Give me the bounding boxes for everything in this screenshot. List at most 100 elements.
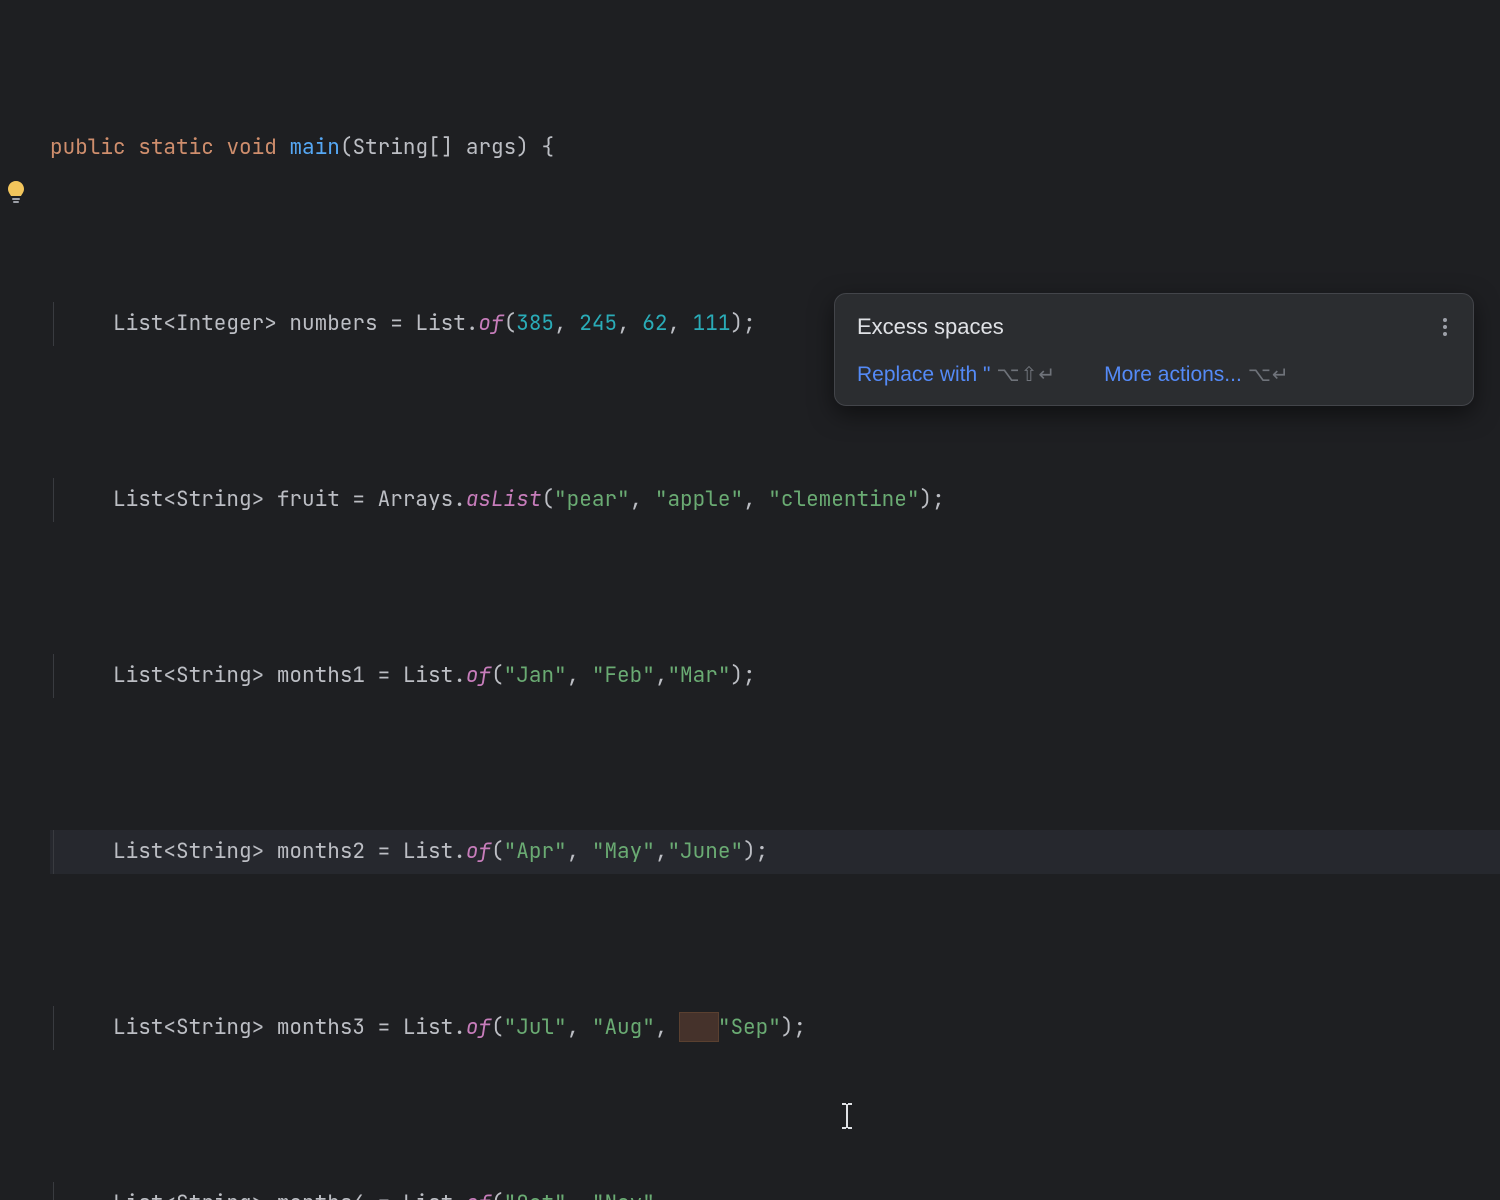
- quick-fix-link[interactable]: Replace with ": [857, 363, 991, 387]
- punct: ,: [655, 662, 668, 689]
- punct: ,: [617, 310, 642, 337]
- type: List: [113, 1014, 163, 1041]
- identifier: numbers: [277, 310, 390, 337]
- string: "Mar": [667, 662, 730, 689]
- static-call: of: [466, 838, 491, 865]
- identifier: months1: [264, 662, 377, 689]
- static-call: of: [466, 1014, 491, 1041]
- punct: );: [730, 662, 755, 689]
- shortcut-hint: ⌥↵: [1248, 362, 1290, 387]
- shortcut-hint: ⌥⇧↵: [997, 362, 1057, 387]
- punct: ,: [567, 1014, 592, 1041]
- static-call: asList: [466, 486, 542, 513]
- code-line: public static void main(String[] args) {: [50, 126, 1500, 170]
- type: List: [113, 1190, 163, 1200]
- op: =: [390, 310, 415, 337]
- punct: );: [781, 1014, 806, 1041]
- keyword: static: [138, 134, 214, 161]
- string: "June": [667, 838, 743, 865]
- generic: <String>: [163, 838, 264, 865]
- number: 62: [642, 310, 667, 337]
- op: =: [378, 1014, 403, 1041]
- punct: ,: [655, 838, 668, 865]
- punct: ,: [554, 310, 579, 337]
- code-area[interactable]: public static void main(String[] args) {…: [0, 38, 1500, 1200]
- string: "May": [592, 838, 655, 865]
- gutter: [0, 0, 40, 600]
- punct: );: [730, 310, 755, 337]
- punct: ,: [667, 310, 692, 337]
- op: =: [378, 1190, 403, 1200]
- number: 245: [579, 310, 617, 337]
- punct: ,: [630, 486, 655, 513]
- class-ref: Arrays.: [378, 486, 466, 513]
- punct: ,: [655, 1014, 680, 1041]
- op: =: [352, 486, 377, 513]
- type: List: [113, 310, 163, 337]
- more-actions-link[interactable]: More actions...: [1104, 363, 1242, 387]
- class-ref: List.: [403, 838, 466, 865]
- generic: <String>: [163, 1190, 264, 1200]
- op: =: [378, 838, 403, 865]
- punct: ,: [567, 838, 592, 865]
- class-ref: List.: [403, 1014, 466, 1041]
- string: "Apr": [504, 838, 567, 865]
- string: "pear": [554, 486, 630, 513]
- number: 385: [516, 310, 554, 337]
- type: List: [113, 838, 163, 865]
- generic: <String>: [163, 662, 264, 689]
- op: =: [378, 662, 403, 689]
- number: 111: [693, 310, 731, 337]
- code-line-current: List<String> months2 = List.of("Apr", "M…: [50, 830, 1500, 874]
- type: List: [113, 662, 163, 689]
- static-call: of: [466, 1190, 491, 1200]
- punct: (: [491, 662, 504, 689]
- popup-title: Excess spaces: [857, 314, 1004, 340]
- type: List: [113, 486, 163, 513]
- string: "Aug": [592, 1014, 655, 1041]
- punct: (: [491, 838, 504, 865]
- identifier: fruit: [264, 486, 352, 513]
- punct: (: [541, 486, 554, 513]
- code-line: List<String> fruit = Arrays.asList("pear…: [50, 478, 1500, 522]
- string: "apple": [655, 486, 743, 513]
- class-ref: List.: [403, 1190, 466, 1200]
- identifier: months3: [264, 1014, 377, 1041]
- identifier: months4: [264, 1190, 377, 1200]
- inspection-popup[interactable]: Excess spaces Replace with " ⌥⇧↵ More ac…: [834, 293, 1474, 406]
- inspection-warning-highlight[interactable]: [680, 1013, 718, 1041]
- static-call: of: [478, 310, 503, 337]
- string: "Jul": [504, 1014, 567, 1041]
- params: (String[] args) {: [340, 134, 554, 161]
- string: "Feb": [592, 662, 655, 689]
- punct: ,: [743, 486, 768, 513]
- punct: (: [491, 1014, 504, 1041]
- punct: (: [504, 310, 517, 337]
- generic: <Integer>: [163, 310, 276, 337]
- generic: <String>: [163, 1014, 264, 1041]
- punct: );: [919, 486, 944, 513]
- class-ref: List.: [415, 310, 478, 337]
- punct: (: [491, 1190, 504, 1200]
- string: "Sep": [718, 1014, 781, 1041]
- punct: ,: [655, 1190, 680, 1200]
- identifier: months2: [264, 838, 377, 865]
- code-line: List<String> months1 = List.of("Jan", "F…: [50, 654, 1500, 698]
- generic: <String>: [163, 486, 264, 513]
- string: "Oct": [504, 1190, 567, 1200]
- code-line: List<String> months3 = List.of("Jul", "A…: [50, 1006, 1500, 1050]
- static-call: of: [466, 662, 491, 689]
- kebab-menu-icon[interactable]: [1439, 314, 1451, 340]
- string: "Nov": [592, 1190, 655, 1200]
- string: "clementine": [768, 486, 919, 513]
- text-cursor-icon: [840, 1014, 842, 1040]
- punct: );: [743, 838, 768, 865]
- punct: ,: [567, 1190, 592, 1200]
- intention-bulb-icon[interactable]: [6, 180, 26, 211]
- keyword: public: [50, 134, 126, 161]
- punct: ,: [567, 662, 592, 689]
- keyword: void: [226, 134, 276, 161]
- method-name: main: [289, 134, 339, 161]
- code-line: List<String> months4 = List.of("Oct", "N…: [50, 1182, 1500, 1200]
- class-ref: List.: [403, 662, 466, 689]
